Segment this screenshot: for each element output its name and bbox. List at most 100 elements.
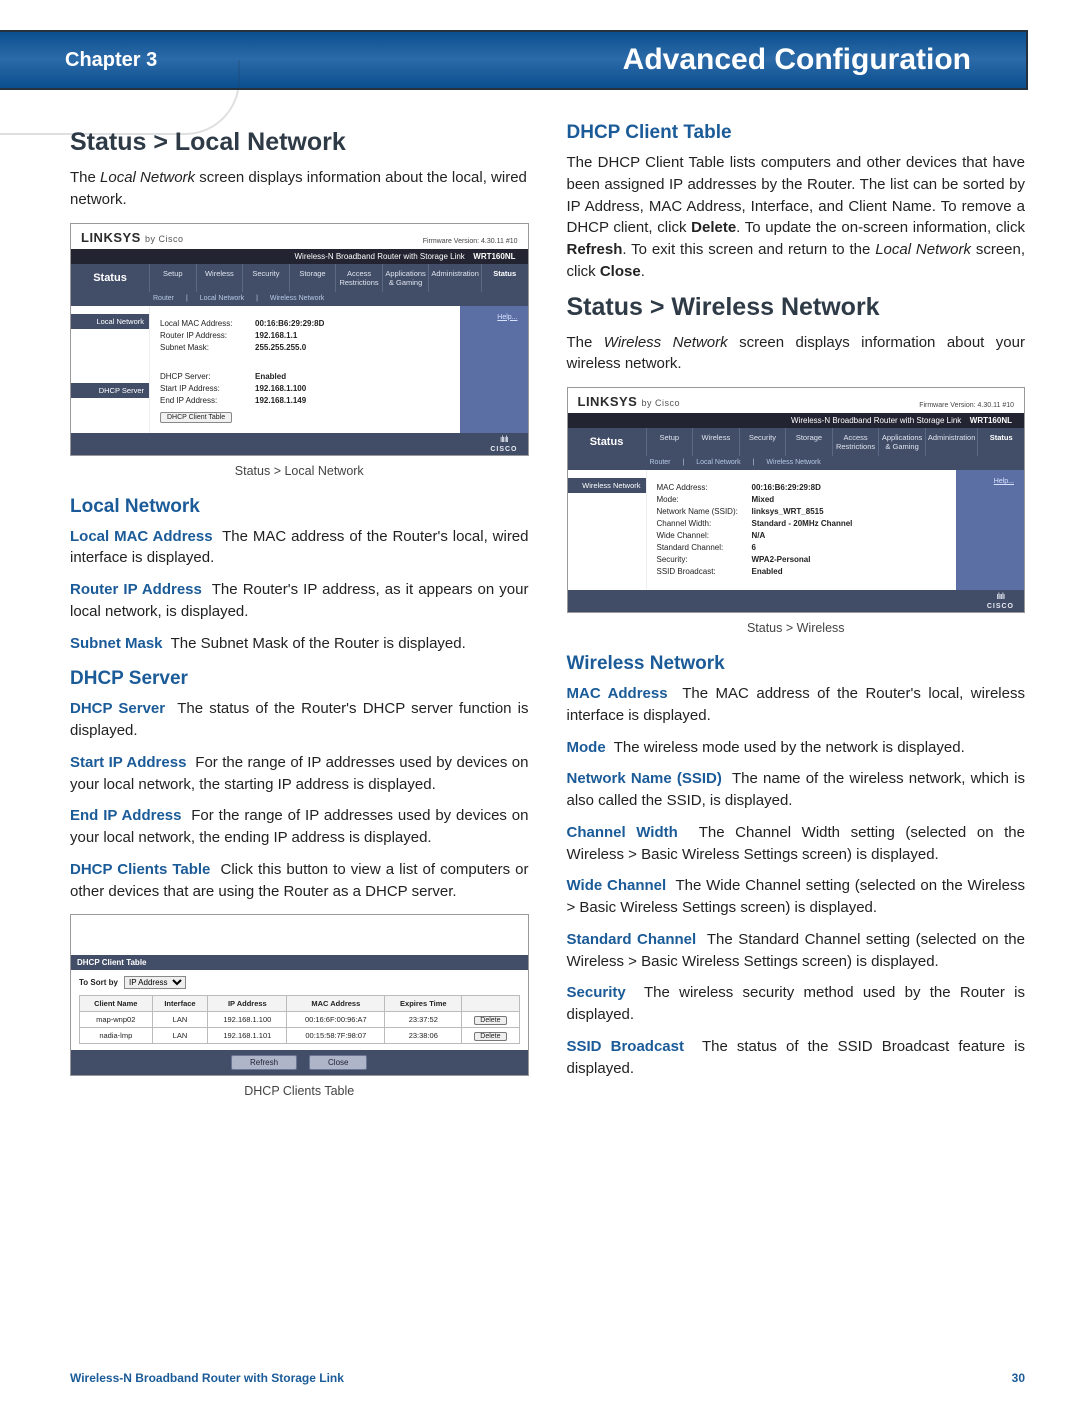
dhcp-client-table-button[interactable]: DHCP Client Table [160,412,232,423]
value-mode: Mixed [752,495,775,504]
def-ssid-broadcast: SSID Broadcast The status of the SSID Br… [567,1036,1026,1080]
label-subnet-mask: Subnet Mask: [160,343,255,352]
tab-access-restrictions[interactable]: Access Restrictions [335,264,382,292]
product-name-bar: Wireless-N Broadband Router with Storage… [295,252,465,261]
subhead-local-network: Local Network [70,496,529,518]
tab-administration[interactable]: Administration [925,428,978,456]
def-dhcp-clients-table: DHCP Clients Table Click this button to … [70,859,529,903]
value-channel-width: Standard - 20MHz Channel [752,519,853,528]
caption-local-network: Status > Local Network [70,464,529,478]
close-button[interactable]: Close [309,1055,367,1070]
sort-label: To Sort by [79,978,118,987]
tab-applications-gaming[interactable]: Applications & Gaming [382,264,429,292]
figure-status-local-network: LINKSYS by Cisco Firmware Version: 4.30.… [70,223,529,456]
delete-button[interactable]: Delete [474,1016,506,1025]
value-security: WPA2-Personal [752,555,811,564]
col-interface: Interface [152,996,208,1012]
label-start-ip: Start IP Address: [160,384,255,393]
firmware-version: Firmware Version: 4.30.11 #10 [423,238,518,245]
figure-dhcp-clients-table: DHCP Client Table To Sort by IP Address … [70,914,529,1076]
chapter-label: Chapter 3 [65,49,157,72]
label-standard-channel: Standard Channel: [657,543,752,552]
label-channel-width: Channel Width: [657,519,752,528]
col-mac-address: MAC Address [287,996,385,1012]
tab-access-restrictions[interactable]: Access Restrictions [832,428,879,456]
def-mode: Mode The wireless mode used by the netwo… [567,737,1026,759]
tab-wireless[interactable]: Wireless [196,264,243,292]
local-network-intro: The Local Network screen displays inform… [70,167,529,211]
table-row: map-wnp02LAN192.168.1.10000:16:6F:00:96:… [80,1012,520,1028]
label-wide-channel: Wide Channel: [657,531,752,540]
def-start-ip: Start IP Address For the range of IP add… [70,752,529,796]
tab-status[interactable]: Status [481,264,528,292]
cisco-logo: ılıılıCISCO [987,592,1014,610]
subtab-local-network[interactable]: Local Network [200,295,244,302]
page: Chapter 3 Advanced Configuration Status … [0,30,1080,1427]
wireless-intro: The Wireless Network screen displays inf… [567,332,1026,376]
col-client-name: Client Name [80,996,153,1012]
label-mode: Mode: [657,495,752,504]
caption-dhcp-clients-table: DHCP Clients Table [70,1084,529,1098]
label-end-ip: End IP Address: [160,396,255,405]
label-mac: MAC Address: [657,483,752,492]
heading-local-network: Status > Local Network [70,128,529,157]
tab-storage[interactable]: Storage [785,428,832,456]
subtab-local-network[interactable]: Local Network [696,459,740,466]
dhcp-table: Client Name Interface IP Address MAC Add… [79,995,520,1044]
value-subnet-mask: 255.255.255.0 [255,343,306,352]
status-sidebar-title: Status [568,428,646,456]
label-dhcp-server: DHCP Server: [160,372,255,381]
caption-wireless: Status > Wireless [567,621,1026,635]
delete-button[interactable]: Delete [474,1032,506,1041]
def-standard-channel: Standard Channel The Standard Channel se… [567,929,1026,973]
col-expires-time: Expires Time [385,996,462,1012]
subtab-router[interactable]: Router [650,459,671,466]
subhead-dhcp-client-table: DHCP Client Table [567,122,1026,144]
footer-page-number: 30 [1012,1371,1025,1385]
def-router-ip: Router IP Address The Router's IP addres… [70,579,529,623]
def-wide-channel: Wide Channel The Wide Channel setting (s… [567,875,1026,919]
side-label-wireless-network: Wireless Network [568,478,646,493]
tab-administration[interactable]: Administration [428,264,481,292]
firmware-version: Firmware Version: 4.30.11 #10 [919,402,1014,409]
tab-applications-gaming[interactable]: Applications & Gaming [878,428,925,456]
subhead-wireless-network: Wireless Network [567,653,1026,675]
subtab-wireless-network[interactable]: Wireless Network [270,295,324,302]
value-router-ip: 192.168.1.1 [255,331,297,340]
def-ssid: Network Name (SSID) The name of the wire… [567,768,1026,812]
tab-security[interactable]: Security [242,264,289,292]
tab-setup[interactable]: Setup [646,428,693,456]
def-local-mac: Local MAC Address The MAC address of the… [70,526,529,570]
tab-wireless[interactable]: Wireless [692,428,739,456]
value-start-ip: 192.168.1.100 [255,384,306,393]
value-wide-channel: N/A [752,531,766,540]
subhead-dhcp-server: DHCP Server [70,668,529,690]
footer-product: Wireless-N Broadband Router with Storage… [70,1371,344,1385]
sort-select[interactable]: IP Address [124,976,186,989]
value-ssid: linksys_WRT_8515 [752,507,824,516]
figure-status-wireless: LINKSYS by Cisco Firmware Version: 4.30.… [567,387,1026,613]
label-security: Security: [657,555,752,564]
page-footer: Wireless-N Broadband Router with Storage… [70,1371,1025,1385]
def-channel-width: Channel Width The Channel Width setting … [567,822,1026,866]
dhcp-table-title: DHCP Client Table [71,955,528,970]
tab-setup[interactable]: Setup [149,264,196,292]
label-local-mac: Local MAC Address: [160,319,255,328]
side-label-dhcp-server: DHCP Server [71,383,149,398]
def-security: Security The wireless security method us… [567,982,1026,1026]
def-subnet-mask: Subnet Mask The Subnet Mask of the Route… [70,633,529,655]
side-label-local-network: Local Network [71,314,149,329]
refresh-button[interactable]: Refresh [231,1055,297,1070]
tab-storage[interactable]: Storage [289,264,336,292]
tab-status[interactable]: Status [977,428,1024,456]
tab-security[interactable]: Security [739,428,786,456]
heading-wireless-network: Status > Wireless Network [567,293,1026,322]
table-header-row: Client Name Interface IP Address MAC Add… [80,996,520,1012]
subtab-router[interactable]: Router [153,295,174,302]
table-row: nadia-lmpLAN192.168.1.10100:15:58:7F:98:… [80,1028,520,1044]
value-end-ip: 192.168.1.149 [255,396,306,405]
subtab-wireless-network[interactable]: Wireless Network [766,459,820,466]
right-column: DHCP Client Table The DHCP Client Table … [567,120,1026,1116]
value-mac: 00:16:B6:29:29:8D [752,483,821,492]
label-router-ip: Router IP Address: [160,331,255,340]
